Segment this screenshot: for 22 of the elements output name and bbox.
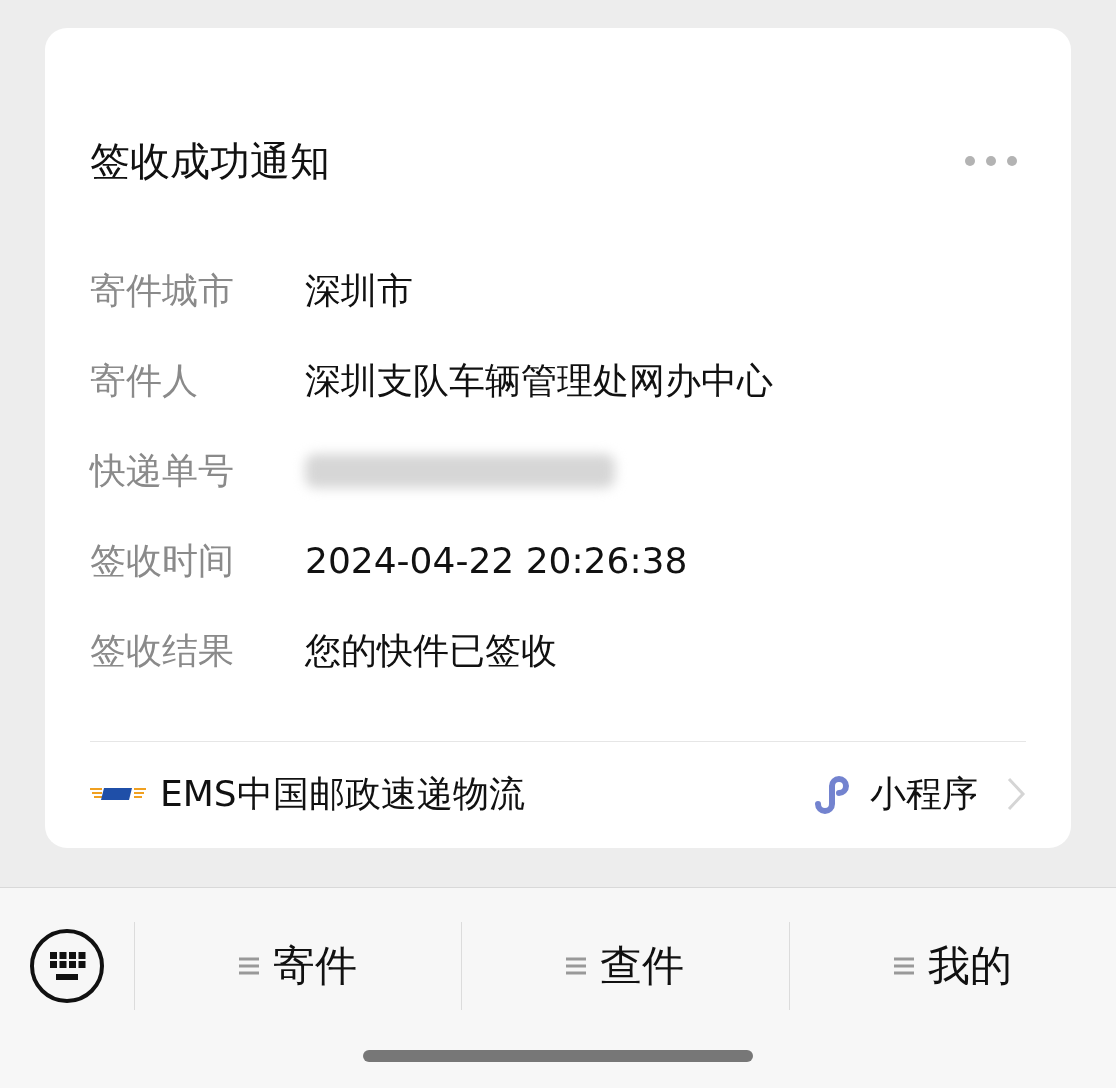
menu-button[interactable]: 我的 bbox=[789, 922, 1116, 1010]
field-label: 快递单号 bbox=[90, 452, 235, 489]
menu-icon bbox=[239, 956, 260, 976]
source-name: EMS中国邮政速递物流 bbox=[160, 771, 526, 816]
card-title: 签收成功通知 bbox=[90, 141, 330, 181]
mini-program-link[interactable]: 小程序 bbox=[812, 769, 978, 819]
menu-icon bbox=[893, 956, 914, 976]
logo-icon bbox=[90, 786, 146, 802]
menu-icon bbox=[566, 956, 587, 976]
field-label: 签收结果 bbox=[90, 632, 235, 669]
keyboard-icon[interactable] bbox=[29, 928, 105, 1004]
field-value: 深圳支队车辆管理处网办中心 bbox=[305, 362, 773, 399]
menu-button[interactable]: 查件 bbox=[462, 922, 790, 1010]
field-value: 深圳市 bbox=[305, 272, 413, 309]
field-value: 您的快件已签收 bbox=[305, 632, 557, 669]
field-value: 2024-04-22 20:26:38 bbox=[305, 542, 688, 579]
menu-button[interactable]: 寄件 bbox=[135, 922, 463, 1010]
more-icon[interactable] bbox=[964, 155, 1018, 167]
chevron-icon[interactable] bbox=[1006, 776, 1026, 812]
field-label: 寄件城市 bbox=[90, 272, 235, 309]
field-label: 寄件人 bbox=[90, 362, 199, 399]
field-label: 签收时间 bbox=[90, 542, 235, 579]
